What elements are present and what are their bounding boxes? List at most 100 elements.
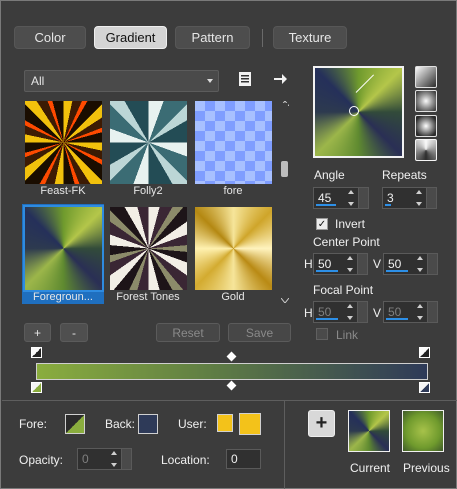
repeats-dropdown[interactable]: [426, 188, 436, 208]
gradient-swatch: [195, 101, 272, 184]
center-handle[interactable]: [349, 106, 359, 116]
opacity-spinner[interactable]: 0: [77, 448, 132, 470]
opacity-stop-end[interactable]: [419, 347, 430, 358]
user-label: User:: [178, 417, 207, 431]
center-v-label: V: [373, 257, 382, 271]
decrement-icon[interactable]: [415, 202, 422, 206]
tab-pattern[interactable]: Pattern: [175, 26, 250, 49]
gradient-swatch: [110, 207, 187, 290]
gradient-item-fore[interactable]: fore: [192, 98, 274, 198]
gradient-item-foreground[interactable]: Foregroun...: [22, 204, 104, 304]
focal-h-spinner[interactable]: 50: [313, 301, 368, 323]
save-label: Save: [245, 325, 274, 340]
color-stop-start[interactable]: [31, 382, 42, 393]
fore-label: Fore:: [19, 417, 48, 431]
angle-value: 45: [318, 191, 332, 205]
center-h-dropdown[interactable]: [357, 254, 367, 274]
center-v-dropdown[interactable]: [427, 254, 437, 274]
focal-h-dropdown[interactable]: [357, 302, 367, 322]
opacity-value: 0: [82, 452, 89, 466]
back-label: Back:: [105, 417, 136, 431]
focal-v-dropdown[interactable]: [427, 302, 437, 322]
material-properties-panel: Color Gradient Pattern Texture All Feast…: [0, 0, 457, 489]
linear-style-button[interactable]: [415, 66, 437, 88]
increment-icon[interactable]: [110, 451, 117, 455]
gradient-item-folly2[interactable]: Folly2: [107, 98, 189, 198]
gradient-item-gold[interactable]: Gold: [192, 204, 274, 304]
focal-v-value: 50: [388, 305, 402, 319]
center-v-spinner[interactable]: 50: [383, 253, 438, 275]
tab-texture[interactable]: Texture: [273, 26, 347, 49]
scrollbar-track[interactable]: [281, 103, 288, 293]
opacity-midpoint[interactable]: [226, 351, 237, 362]
invert-checkbox[interactable]: ✓: [316, 218, 328, 230]
gradient-item-label: Gold: [221, 291, 245, 303]
tab-gradient[interactable]: Gradient: [94, 26, 167, 49]
add-gradient-label: +: [33, 325, 41, 340]
focal-h-value: 50: [318, 305, 332, 319]
increment-icon[interactable]: [416, 304, 423, 308]
gradient-preview[interactable]: [313, 66, 404, 158]
increment-icon[interactable]: [346, 304, 353, 308]
color-midpoint[interactable]: [226, 380, 237, 391]
previous-label: Previous: [403, 461, 450, 475]
link-checkbox[interactable]: [316, 328, 328, 340]
center-v-slider-fill: [386, 270, 408, 272]
angle-dropdown[interactable]: [358, 188, 368, 208]
invert-label: Invert: [335, 217, 366, 231]
gradient-swatch: [110, 101, 187, 184]
remove-gradient-button[interactable]: -: [60, 323, 88, 342]
opacity-stop-start[interactable]: [31, 347, 42, 358]
increment-icon[interactable]: [416, 256, 423, 260]
save-button[interactable]: Save: [228, 323, 291, 342]
current-preview: [348, 410, 390, 452]
tab-gradient-label: Gradient: [105, 30, 156, 45]
decrement-icon[interactable]: [416, 316, 423, 320]
gradient-item-label: Feast-FK: [40, 185, 86, 197]
radial-style-button[interactable]: [415, 139, 437, 161]
tab-color[interactable]: Color: [14, 26, 86, 49]
opacity-dropdown[interactable]: [121, 449, 131, 469]
decrement-icon[interactable]: [346, 316, 353, 320]
tab-separator: [262, 29, 263, 47]
add-to-swatches-button[interactable]: +: [308, 410, 335, 437]
angle-spinner[interactable]: 45: [313, 187, 369, 209]
arrow-right-icon[interactable]: [271, 70, 289, 88]
gradient-item-feast-fk[interactable]: Feast-FK: [22, 98, 104, 198]
center-h-spinner[interactable]: 50: [313, 253, 368, 275]
library-list-icon[interactable]: [236, 70, 254, 88]
reset-button[interactable]: Reset: [156, 323, 220, 342]
increment-icon[interactable]: [347, 190, 354, 194]
repeats-value: 3: [387, 191, 394, 205]
center-h-slider-fill: [316, 270, 338, 272]
decrement-icon[interactable]: [347, 202, 354, 206]
decrement-icon[interactable]: [346, 268, 353, 272]
gradient-item-label: Forest Tones: [116, 291, 180, 303]
fore-swatch[interactable]: [65, 414, 85, 434]
user-color-picker[interactable]: [239, 413, 261, 435]
sunburst-style-button[interactable]: [415, 115, 437, 137]
increment-icon[interactable]: [346, 256, 353, 260]
increment-icon[interactable]: [415, 190, 422, 194]
gradient-item-forest-tones[interactable]: Forest Tones: [107, 204, 189, 304]
decrement-icon[interactable]: [110, 463, 117, 467]
back-swatch[interactable]: [138, 414, 158, 434]
add-gradient-button[interactable]: +: [24, 323, 51, 342]
decrement-icon[interactable]: [416, 268, 423, 272]
previous-preview[interactable]: [402, 410, 444, 452]
category-dropdown[interactable]: All: [24, 70, 219, 92]
focal-v-label: V: [373, 306, 382, 320]
focal-v-spinner[interactable]: 50: [383, 301, 438, 323]
focal-v-slider-fill: [386, 318, 408, 320]
scroll-down-icon[interactable]: [280, 296, 290, 304]
location-value: 0: [231, 452, 238, 466]
rectangular-style-button[interactable]: [415, 90, 437, 112]
color-stop-end[interactable]: [419, 382, 430, 393]
gradient-library-grid: Feast-FK Folly2 fore Foregroun... Forest…: [22, 98, 277, 307]
divider: [2, 400, 457, 401]
scrollbar-thumb[interactable]: [281, 161, 288, 177]
gradient-editor-bar[interactable]: [36, 363, 428, 380]
repeats-spinner[interactable]: 3: [382, 187, 437, 209]
user-swatch[interactable]: [217, 414, 233, 432]
location-field[interactable]: 0: [226, 449, 261, 469]
